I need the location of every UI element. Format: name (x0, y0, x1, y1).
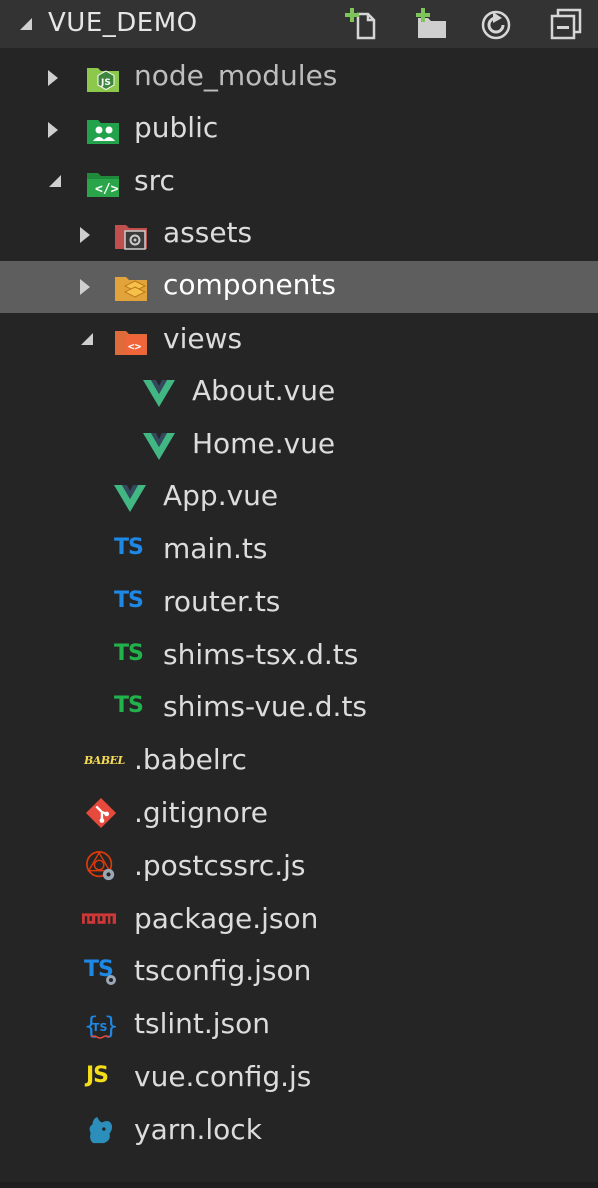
tree-item-app-vue[interactable]: App.vue (0, 472, 598, 524)
collapse-all-icon (550, 8, 582, 40)
npm-icon (82, 913, 116, 924)
gear-icon (106, 975, 116, 985)
tree-item-label: node_modules (134, 59, 338, 92)
tree-item-label: Home.vue (192, 427, 336, 460)
tree-item-components[interactable]: components (0, 261, 598, 313)
tree-item-label: vue.config.js (134, 1060, 312, 1093)
chevron-down-icon[interactable] (80, 332, 94, 346)
tree-item-label: yarn.lock (134, 1113, 262, 1146)
tree-item-assets[interactable]: assets (0, 209, 598, 261)
explorer-header: VUE_DEMO (0, 0, 598, 48)
src-folder-icon: </> (87, 173, 119, 197)
components-folder-icon (115, 277, 147, 301)
chevron-right-icon[interactable] (80, 279, 90, 295)
tree-item-yarn-lock[interactable]: yarn.lock (0, 1106, 598, 1158)
views-folder-icon: <> (115, 331, 147, 355)
svg-text:<>: <> (128, 340, 142, 353)
tree-item-babelrc[interactable]: BABEL .babelrc (0, 736, 598, 788)
svg-text:TS: TS (92, 1021, 108, 1034)
tree-item-shims-vue[interactable]: TS shims-vue.d.ts (0, 683, 598, 735)
yarn-icon (89, 1116, 113, 1144)
tree-item-label: shims-tsx.d.ts (163, 638, 359, 671)
typescript-icon: TS (114, 535, 144, 560)
tree-item-vue-config[interactable]: JS vue.config.js (0, 1053, 598, 1105)
tree-item-label: tslint.json (134, 1007, 270, 1040)
tree-item-label: .gitignore (134, 796, 268, 829)
tree-item-label: About.vue (192, 374, 336, 407)
chevron-right-icon[interactable] (48, 122, 58, 138)
tree-item-label: main.ts (163, 532, 268, 565)
git-icon (85, 797, 117, 829)
tree-item-main-ts[interactable]: TS main.ts (0, 525, 598, 577)
svg-text:</>: </> (95, 182, 119, 197)
refresh-button[interactable] (478, 6, 514, 42)
tree-item-label: App.vue (163, 479, 279, 512)
chevron-right-icon[interactable] (80, 227, 90, 243)
tree-item-package-json[interactable]: package.json (0, 895, 598, 947)
tree-item-gitignore[interactable]: .gitignore (0, 789, 598, 841)
tree-item-label: assets (163, 216, 253, 249)
tree-item-router-ts[interactable]: TS router.ts (0, 578, 598, 630)
tslint-icon: { } TS (84, 1012, 118, 1040)
assets-folder-icon (115, 225, 147, 250)
tree-item-src[interactable]: </> src (0, 157, 598, 209)
tree-item-label: router.ts (163, 585, 281, 618)
new-folder-button[interactable] (414, 6, 450, 42)
explorer-title: VUE_DEMO (48, 8, 198, 38)
vue-icon (143, 433, 175, 460)
tree-item-label: tsconfig.json (134, 954, 312, 987)
collapse-section-icon[interactable] (18, 16, 32, 30)
new-file-icon (345, 8, 376, 40)
panel-bottom-border (0, 1182, 598, 1188)
tree-item-home-vue[interactable]: Home.vue (0, 420, 598, 472)
typescript-definition-icon: TS (114, 693, 144, 718)
tree-item-postcssrc[interactable]: .postcssrc.js (0, 842, 598, 894)
tree-item-label: components (163, 268, 336, 301)
new-file-button[interactable] (344, 6, 380, 42)
tree-item-tsconfig[interactable]: TS tsconfig.json (0, 947, 598, 999)
tree-item-label: src (134, 164, 175, 197)
tree-item-label: views (163, 322, 243, 355)
tree-item-node-modules[interactable]: JS node_modules (0, 52, 598, 104)
tree-item-shims-tsx[interactable]: TS shims-tsx.d.ts (0, 631, 598, 683)
tree-item-public[interactable]: public (0, 104, 598, 156)
node-folder-icon: JS (87, 68, 119, 92)
tree-item-views[interactable]: <> views (0, 315, 598, 367)
refresh-icon (481, 10, 511, 40)
tree-item-label: public (134, 111, 219, 144)
tree-item-label: package.json (134, 902, 319, 935)
postcss-config-icon (86, 851, 115, 881)
typescript-icon: TS (114, 588, 144, 613)
javascript-icon: JS (86, 1063, 109, 1088)
tree-item-label: shims-vue.d.ts (163, 690, 368, 723)
vue-icon (143, 380, 175, 407)
svg-text:JS: JS (100, 78, 111, 88)
chevron-right-icon[interactable] (48, 70, 58, 86)
vue-icon (114, 485, 146, 512)
new-folder-icon (416, 8, 446, 38)
typescript-definition-icon: TS (114, 641, 144, 666)
public-folder-icon (87, 120, 119, 144)
babel-icon: BABEL (84, 754, 125, 767)
collapse-all-button[interactable] (548, 6, 584, 42)
tree-item-about-vue[interactable]: About.vue (0, 367, 598, 419)
tree-item-label: .postcssrc.js (134, 849, 306, 882)
tree-item-label: .babelrc (134, 743, 247, 776)
tree-item-tslint[interactable]: { } TS tslint.json (0, 1000, 598, 1052)
chevron-down-icon[interactable] (48, 174, 62, 188)
